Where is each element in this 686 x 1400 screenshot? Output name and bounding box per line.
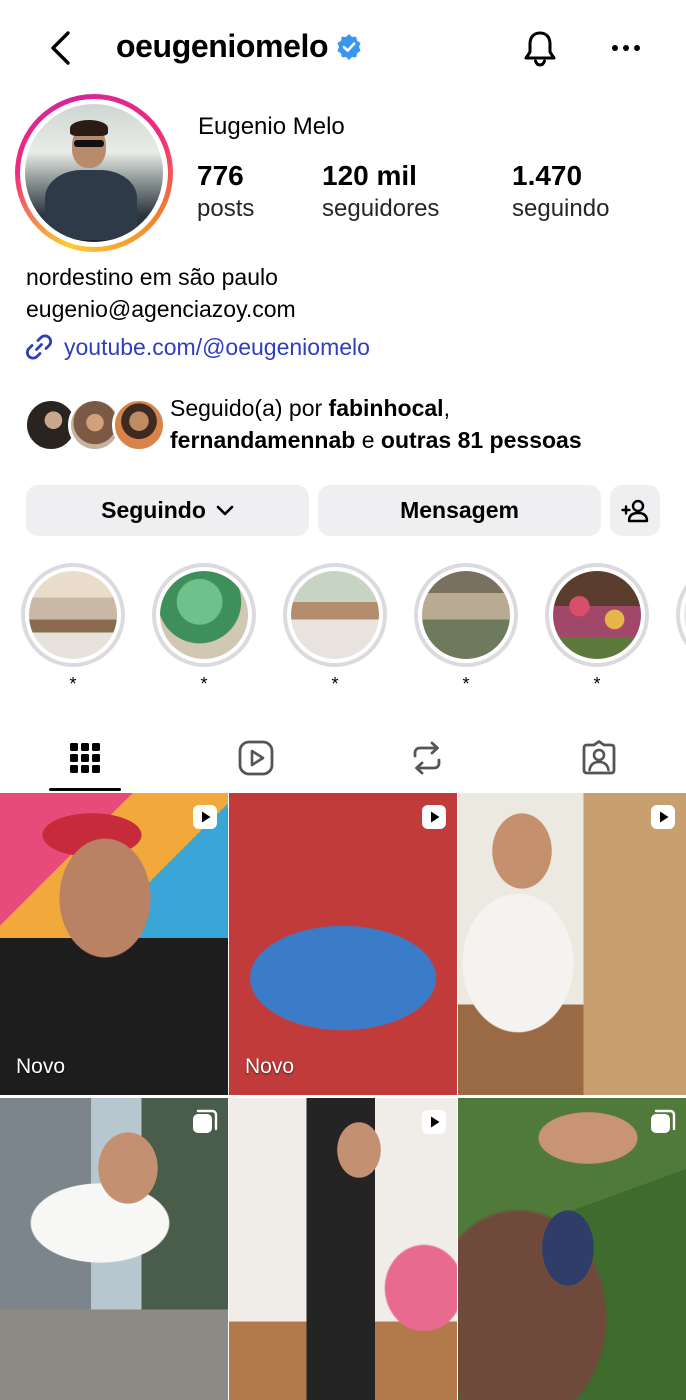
story-highlights: * * * * * <box>0 563 686 693</box>
back-button[interactable] <box>40 26 80 70</box>
stat-followers[interactable]: 120 mil seguidores <box>322 160 439 226</box>
highlight-item[interactable]: * <box>152 563 256 693</box>
message-button[interactable]: Mensagem <box>318 485 601 536</box>
new-post-label: Novo <box>16 1055 66 1078</box>
highlight-item[interactable]: * <box>283 563 387 693</box>
profile-avatar <box>25 104 163 242</box>
highlight-cover <box>29 571 117 659</box>
stat-followers-value: 120 mil <box>322 160 417 191</box>
highlight-label: * <box>331 674 339 693</box>
stat-following[interactable]: 1.470 seguindo <box>512 160 609 226</box>
grid-icon <box>70 743 100 773</box>
highlight-cover <box>160 571 248 659</box>
top-bar: oeugeniomelo <box>0 0 686 96</box>
bell-icon <box>524 31 556 67</box>
followed-by-separator: , <box>443 395 450 421</box>
profile-tabs <box>0 725 686 791</box>
highlight-label: * <box>462 674 470 693</box>
stat-followers-label: seguidores <box>322 195 440 222</box>
add-user-button[interactable] <box>610 485 660 536</box>
following-button-label: Seguindo <box>101 497 206 523</box>
tab-reels[interactable] <box>196 725 316 791</box>
notifications-button[interactable] <box>518 26 562 70</box>
reel-badge-icon <box>422 1110 446 1134</box>
highlight-item[interactable]: * <box>21 563 125 693</box>
more-horizontal-icon <box>612 45 640 51</box>
followed-by-prefix: Seguido(a) por <box>170 395 329 421</box>
stat-posts-value: 776 <box>197 160 244 191</box>
more-options-button[interactable] <box>604 26 648 70</box>
profile-name: Eugenio Melo <box>198 113 345 140</box>
highlight-cover <box>553 571 641 659</box>
carousel-badge-icon <box>651 1109 676 1133</box>
following-button[interactable]: Seguindo <box>26 485 309 536</box>
followed-by-conjunction: e <box>355 427 381 453</box>
chevron-left-icon <box>51 31 70 65</box>
reel-badge-icon <box>422 805 446 829</box>
profile-bio: nordestino em são paulo eugenio@agenciaz… <box>26 261 296 325</box>
chevron-down-icon <box>216 505 234 515</box>
mutual-avatar <box>112 398 166 452</box>
link-icon <box>25 334 53 360</box>
followed-by-user-2[interactable]: fernandamennab <box>170 427 355 453</box>
verified-badge-icon <box>337 33 361 60</box>
highlight-label: * <box>593 674 601 693</box>
reel-badge-icon <box>193 805 217 829</box>
reels-icon <box>238 740 274 776</box>
post-thumbnail[interactable] <box>0 1098 228 1400</box>
followed-by-user-1[interactable]: fabinhocal <box>329 395 444 421</box>
stat-following-label: seguindo <box>512 195 610 222</box>
bio-email: eugenio@agenciazoy.com <box>26 296 296 322</box>
profile-link-text: youtube.com/@oeugeniomelo <box>64 333 370 360</box>
highlight-label: * <box>200 674 208 693</box>
posts-grid: Novo Novo <box>0 793 686 1400</box>
post-thumbnail[interactable] <box>458 1098 686 1400</box>
profile-handle-wrap: oeugeniomelo <box>116 28 362 65</box>
stat-posts[interactable]: 776 posts <box>197 160 254 226</box>
post-thumbnail[interactable] <box>229 1098 457 1400</box>
highlight-cover <box>422 571 510 659</box>
stat-posts-label: posts <box>197 195 255 222</box>
mutual-followers-avatars[interactable] <box>24 398 166 452</box>
message-button-label: Mensagem <box>400 497 519 523</box>
profile-avatar-story-ring[interactable] <box>15 94 173 252</box>
highlight-item[interactable] <box>676 563 686 667</box>
tab-tagged[interactable] <box>539 725 659 791</box>
highlight-label: * <box>69 674 77 693</box>
highlight-cover <box>291 571 379 659</box>
profile-handle: oeugeniomelo <box>116 28 329 64</box>
add-user-icon <box>621 499 649 522</box>
highlight-item[interactable]: * <box>414 563 518 693</box>
post-thumbnail[interactable] <box>458 793 686 1095</box>
new-post-label: Novo <box>245 1055 295 1078</box>
repost-icon <box>413 741 441 775</box>
tagged-user-icon <box>582 740 616 775</box>
followed-by-text[interactable]: Seguido(a) por fabinhocal, fernandamenna… <box>170 392 670 456</box>
stat-following-value: 1.470 <box>512 160 583 191</box>
tab-posts-grid[interactable] <box>25 725 145 791</box>
highlight-item[interactable]: * <box>545 563 649 693</box>
post-thumbnail[interactable]: Novo <box>0 793 228 1095</box>
followed-by-others[interactable]: outras 81 pessoas <box>381 427 582 453</box>
profile-link[interactable]: youtube.com/@oeugeniomelo <box>24 332 370 362</box>
bio-line: nordestino em são paulo <box>26 264 278 290</box>
post-thumbnail[interactable]: Novo <box>229 793 457 1095</box>
reel-badge-icon <box>651 805 675 829</box>
tab-reposts[interactable] <box>367 725 487 791</box>
carousel-badge-icon <box>193 1109 218 1133</box>
